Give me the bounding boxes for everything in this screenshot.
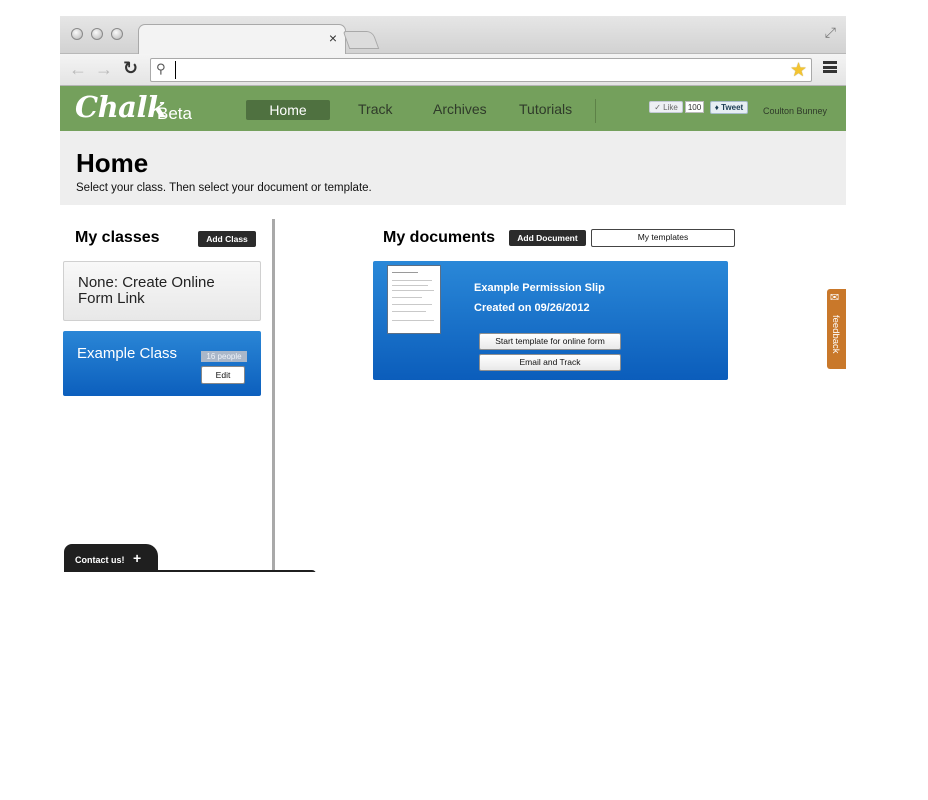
feedback-tab[interactable]: ✉ feedback: [827, 289, 846, 369]
user-name-link[interactable]: Coulton Bunney: [763, 106, 827, 116]
contact-us-tab[interactable]: Contact us! +: [64, 544, 158, 572]
contact-bar: [64, 570, 316, 572]
page-title: Home: [76, 148, 149, 178]
nav-track[interactable]: Track: [358, 101, 392, 117]
nav-tutorials[interactable]: Tutorials: [519, 101, 572, 117]
feedback-label: feedback: [830, 315, 841, 354]
tab-close-icon[interactable]: ×: [329, 30, 337, 46]
document-card[interactable]: Example Permission Slip Created on 09/26…: [373, 261, 728, 380]
logo-beta-label: Beta: [157, 104, 192, 123]
tweet-button[interactable]: ♦ Tweet: [710, 101, 748, 114]
menu-icon[interactable]: [823, 61, 837, 73]
nav-divider: [595, 99, 596, 123]
reload-icon[interactable]: ↻: [123, 58, 138, 79]
page-header: Home Select your class. Then select your…: [60, 131, 846, 205]
search-icon: ⚲: [156, 61, 166, 76]
start-template-button[interactable]: Start template for online form: [479, 333, 621, 350]
add-class-button[interactable]: Add Class: [198, 231, 256, 247]
star-icon[interactable]: ★: [790, 59, 807, 82]
document-thumbnail[interactable]: [387, 265, 441, 334]
edit-class-button[interactable]: Edit: [201, 366, 245, 384]
class-item-example[interactable]: Example Class 16 people Edit: [63, 331, 261, 396]
logo[interactable]: Chalk: [75, 90, 167, 124]
minimize-window-button[interactable]: [91, 28, 103, 40]
close-window-button[interactable]: [71, 28, 83, 40]
browser-toolbar: ← → ↻ ⚲ ★: [60, 54, 846, 86]
forward-arrow-icon[interactable]: →: [95, 59, 113, 80]
address-input[interactable]: [175, 61, 775, 79]
document-date: Created on 09/26/2012: [474, 302, 590, 314]
fullscreen-icon[interactable]: ⤢: [825, 24, 836, 41]
feedback-megaphone-icon: ✉: [830, 292, 840, 304]
title-bar: × ⤢: [60, 16, 846, 55]
nav-home[interactable]: Home: [246, 100, 330, 120]
address-bar[interactable]: ⚲ ★: [150, 58, 812, 82]
documents-heading: My documents: [383, 229, 496, 246]
back-arrow-icon[interactable]: ←: [69, 59, 87, 80]
browser-tab[interactable]: ×: [138, 24, 346, 55]
facebook-like-button[interactable]: ✓ Like: [649, 101, 683, 113]
add-document-button[interactable]: Add Document: [509, 230, 586, 246]
people-count-badge: 16 people: [201, 351, 247, 362]
page-subtitle: Select your class. Then select your docu…: [76, 182, 372, 194]
my-templates-button[interactable]: My templates: [591, 229, 735, 247]
nav-archives[interactable]: Archives: [433, 101, 487, 117]
new-tab-button[interactable]: [342, 31, 380, 49]
class-item-label: None: Create Online Form Link: [78, 274, 215, 307]
class-item-none[interactable]: None: Create Online Form Link: [63, 261, 261, 321]
classes-heading: My classes: [75, 229, 160, 246]
column-divider: [272, 219, 275, 572]
tweet-label: Tweet: [721, 103, 744, 112]
browser-window: × ⤢ ← → ↻ ⚲ ★ Chalk Beta Home Track Arch…: [60, 16, 846, 572]
document-title: Example Permission Slip: [474, 282, 605, 294]
maximize-window-button[interactable]: [111, 28, 123, 40]
email-and-track-button[interactable]: Email and Track: [479, 354, 621, 371]
twitter-icon: ♦: [714, 103, 719, 112]
plus-icon: +: [133, 550, 142, 566]
class-item-label: Example Class: [77, 345, 178, 362]
site-header: Chalk Beta Home Track Archives Tutorials…: [60, 86, 846, 131]
like-count: 100: [685, 101, 704, 113]
contact-us-label: Contact us!: [75, 555, 125, 565]
